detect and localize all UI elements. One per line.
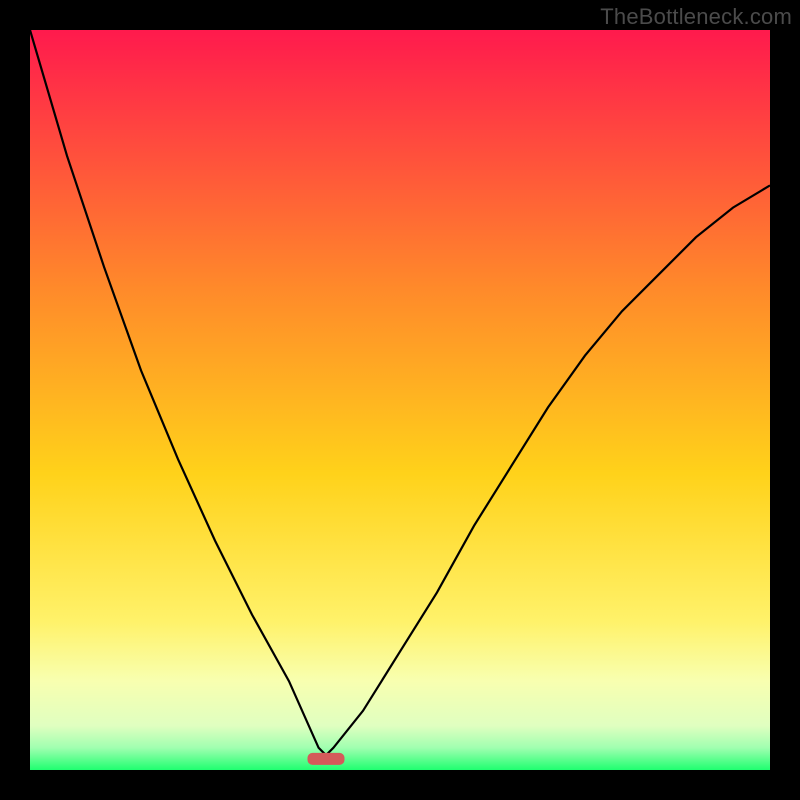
watermark-text: TheBottleneck.com (600, 4, 792, 30)
optimal-marker (308, 753, 345, 765)
plot-area (30, 30, 770, 770)
chart-svg (30, 30, 770, 770)
gradient-background (30, 30, 770, 770)
chart-frame: TheBottleneck.com (0, 0, 800, 800)
